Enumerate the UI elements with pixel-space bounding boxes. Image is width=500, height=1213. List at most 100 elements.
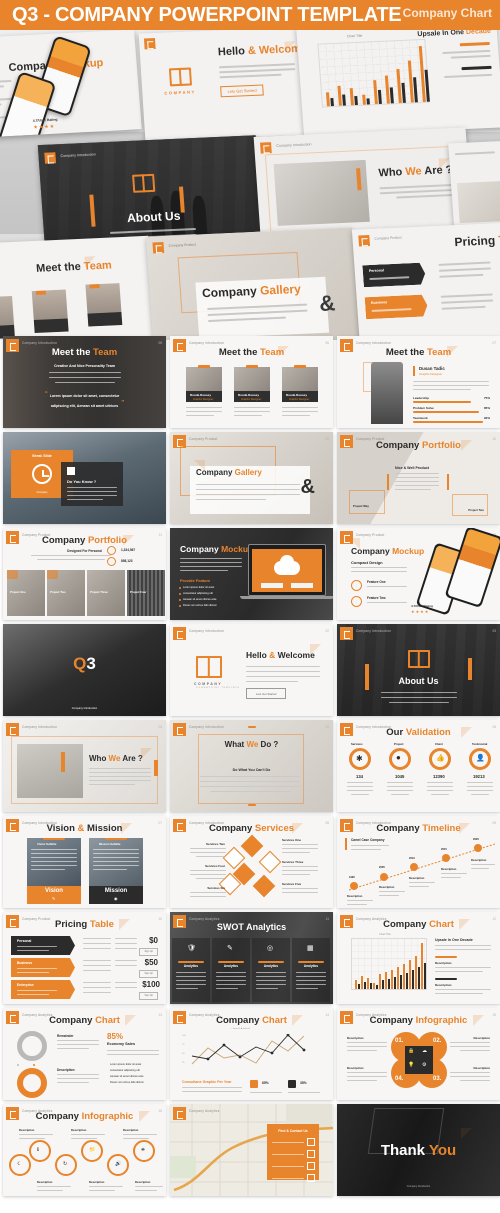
cover-text: QQ33	[73, 654, 96, 673]
stat-label: Services	[351, 742, 363, 746]
speaker-icon: 🔊	[115, 1161, 122, 1167]
shield-icon: 🛡	[187, 945, 196, 952]
cta-button[interactable]: Lets Get Started	[246, 688, 287, 700]
slide-title: Company Chart	[49, 1015, 120, 1026]
signup-button[interactable]: Sign Up	[139, 992, 158, 1000]
chain-label: Description	[89, 1180, 105, 1184]
slide-our-validation[interactable]: Company Introduction 06 Our Validation S…	[337, 720, 500, 812]
stat-value: 19213	[473, 774, 485, 779]
chain-node[interactable]	[9, 1154, 31, 1176]
slide-meet-team-profile[interactable]: Company Introduction 07 Meet the Team Du…	[337, 336, 500, 428]
slide-page-number: 11	[325, 917, 329, 921]
slide-company-gallery[interactable]: Company Product 09 Company Gallery &	[170, 432, 333, 524]
slide-company-chart-donut[interactable]: Company Analytics 13 Company Chart Remai…	[3, 1008, 166, 1100]
hero-slide-company-mockup: Company Mockup 4.7/User Rating ★★★★	[0, 29, 142, 139]
pricing-tier[interactable]: Personal	[11, 936, 75, 955]
hero-chart-title: Chart Title	[346, 33, 363, 39]
slide-title: Company Portfolio	[42, 535, 127, 546]
legend-label: Description	[435, 983, 452, 987]
price-value: $0	[149, 936, 158, 945]
slide-hello-welcome[interactable]: Company Introduction 02 COMPANY POWERPOI…	[170, 624, 333, 716]
slide-eyebrow: Company Introduction	[356, 629, 392, 633]
person-role: Graphic Designer	[419, 372, 443, 376]
slide-company-services[interactable]: Company Introduction 08 Company Services…	[170, 816, 333, 908]
folder-icon: 📁	[89, 1147, 96, 1153]
slide-page-number: 07	[492, 341, 496, 345]
skill-value: 75%	[483, 396, 490, 400]
slide-company-mockup-laptop[interactable]: Company Product 12 Company Mockup Provid…	[170, 528, 333, 620]
portfolio-stat: 898,123	[121, 559, 133, 563]
node-number: 03.	[433, 1076, 442, 1082]
service-label: Services Four	[205, 864, 225, 868]
slide-company-chart-bar[interactable]: Company Analytics 12 Company Chart Chart…	[337, 912, 500, 1004]
person-name: Dusan Tadic	[419, 366, 445, 371]
pricing-tier[interactable]: Business	[11, 958, 75, 977]
percent-label: Economy Sales	[107, 1042, 136, 1046]
asterisk-icon: ✱	[356, 754, 363, 763]
chart-legend-top: — Series1 ■ Series2	[230, 1028, 251, 1030]
share-icon: ⎈	[141, 1147, 146, 1153]
slide-title: Meet the Team	[51, 347, 118, 358]
service-label: Services Five	[282, 882, 302, 886]
skill-label: Problem Solve	[413, 406, 434, 410]
refresh-icon: ↻	[63, 1161, 68, 1167]
slide-eyebrow: Company Introduction	[22, 725, 58, 729]
chain-label: Description	[19, 1128, 35, 1132]
slide-company-portfolio-1[interactable]: Company Product 10 Company Portfolio Nic…	[337, 432, 500, 524]
title-bar-ghost-text: Company Chart	[402, 6, 492, 20]
slide-company-infographic-chain[interactable]: Company Analytics 16 Company Infographic…	[3, 1104, 166, 1196]
slide-title: Company Chart	[216, 1015, 287, 1026]
service-label: Services Two	[206, 842, 225, 846]
slide-swot-analytics[interactable]: Company Analytics 11 SWOT Analytics 🛡 An…	[170, 912, 333, 1004]
stat-label: Project	[394, 742, 404, 746]
person-photo	[371, 362, 403, 424]
stat-value: 12390	[433, 774, 445, 779]
signup-button[interactable]: Sign Up	[139, 970, 158, 978]
slide-company-timeline[interactable]: Company Introduction 09 Company Timeline…	[337, 816, 500, 908]
slide-pricing-table[interactable]: Company Product 10 Pricing Table Persona…	[3, 912, 166, 1004]
slide-q3-cover[interactable]: QQ33 Company Introduction	[3, 624, 166, 716]
slide-title: What We Do ?	[224, 740, 279, 749]
portfolio-subtitle: Designed For Personal	[67, 549, 102, 553]
legend-label: Description	[435, 961, 452, 965]
legend-value: 65%	[262, 1081, 269, 1085]
bulb-icon: 💡	[408, 1062, 415, 1068]
slide-what-we-do[interactable]: Company Introduction 05 What We Do ? Do …	[170, 720, 333, 812]
slide-about-us[interactable]: Company Introduction 03 About Us	[337, 624, 500, 716]
slide-find-contact-us[interactable]: Company Analytics Find & Contact Us	[170, 1104, 333, 1196]
pricing-tier[interactable]: Enterprise	[11, 980, 75, 999]
slide-meet-team-cards[interactable]: Company Introduction 06 Meet the Team Ro…	[170, 336, 333, 428]
slide-break-slide[interactable]: Break Slide Company Do You Know ?	[3, 432, 166, 524]
hero-slide-hello-welcome: Hello & Welcome COMPANY Lets Get Started	[138, 28, 316, 142]
gear-icon: ⚙	[422, 1062, 427, 1068]
slide-company-infographic-circles[interactable]: Company Analytics 15 Company Infographic…	[337, 1008, 500, 1100]
hero-collage: Company Mockup 4.7/User Rating ★★★★ Hell…	[0, 28, 500, 340]
hero-slide-company-gallery: Company Product Company Gallery &	[146, 227, 360, 340]
slide-company-mockup-phone[interactable]: Company Product 13 Company Mockup Compac…	[337, 528, 500, 620]
slide-badge-icon	[173, 723, 186, 736]
timeline-year: 2010	[409, 857, 415, 860]
slide-title: Pricing Table	[55, 919, 114, 930]
feature-item: Feature Two	[367, 596, 386, 600]
slide-thank-you[interactable]: Thank You Company Introduction	[337, 1104, 500, 1196]
donut-legend-label: Description	[57, 1068, 75, 1072]
hero-cta-button[interactable]: Lets Get Started	[220, 84, 264, 98]
node-label: Description	[473, 1036, 490, 1040]
slide-company-portfolio-2[interactable]: Company Product 11 Company Portfolio Des…	[3, 528, 166, 620]
lock-icon: 🔒	[408, 1048, 415, 1054]
slide-meet-team-hero[interactable]: Company Introduction 05 Meet the Team Cr…	[3, 336, 166, 428]
logo-subtext: POWERPOINT TEMPLATE	[196, 687, 240, 689]
signup-button[interactable]: Sign Up	[139, 948, 158, 956]
grid-row: Company Analytics 13 Company Chart Remai…	[0, 1008, 500, 1104]
slide-badge-icon	[173, 627, 186, 640]
user-icon: 👤	[476, 755, 485, 762]
hero-who-eyebrow: Company Introduction	[276, 142, 312, 148]
slide-who-we-are[interactable]: Company Introduction 04 Who We Are ?	[3, 720, 166, 812]
slide-vision-mission[interactable]: Company Introduction 07 Vision & Mission…	[3, 816, 166, 908]
hero-about-title: About Us	[126, 208, 181, 226]
cover-footer: Company Introduction	[71, 707, 98, 710]
slide-eyebrow: Company Introduction	[189, 341, 225, 345]
node-number: 02.	[433, 1038, 442, 1044]
slide-company-chart-line[interactable]: Company Analytics 14 Company Chart 100 7…	[170, 1008, 333, 1100]
chain-node[interactable]	[29, 1140, 51, 1162]
